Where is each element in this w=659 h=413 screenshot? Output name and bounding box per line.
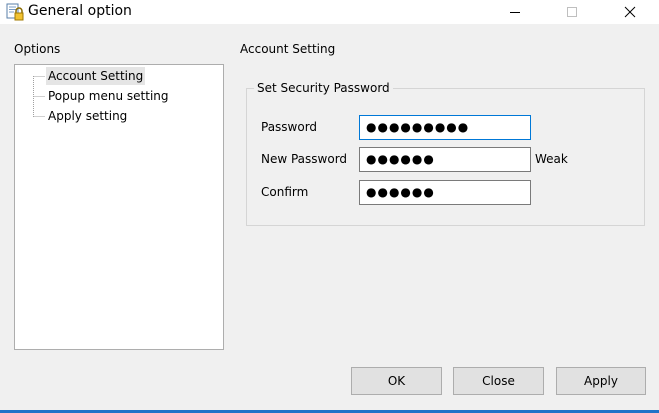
maximize-button[interactable] xyxy=(549,0,595,24)
options-tree[interactable]: Account Setting Popup menu setting Apply… xyxy=(14,64,224,350)
minimize-button[interactable] xyxy=(492,0,538,24)
ok-button[interactable]: OK xyxy=(351,367,442,395)
tree-item-account-setting[interactable]: Account Setting xyxy=(46,67,146,85)
password-lock-icon xyxy=(6,3,24,21)
options-label: Options xyxy=(14,42,61,56)
new-password-field[interactable]: ●●●●●● xyxy=(359,147,531,172)
confirm-password-field[interactable]: ●●●●●● xyxy=(359,180,531,205)
window-title: General option xyxy=(28,3,132,19)
apply-button[interactable]: Apply xyxy=(556,367,646,395)
close-window-button[interactable] xyxy=(607,0,653,24)
maximize-icon xyxy=(567,7,577,17)
close-button[interactable]: Close xyxy=(453,367,544,395)
section-title: Account Setting xyxy=(240,42,336,56)
groupbox-title: Set Security Password xyxy=(254,81,393,96)
confirm-label: Confirm xyxy=(261,185,309,199)
new-password-label: New Password xyxy=(261,152,348,166)
tree-item-apply-setting[interactable]: Apply setting xyxy=(46,107,129,125)
minimize-icon xyxy=(510,12,520,13)
password-label: Password xyxy=(261,120,318,134)
general-option-window: General option Options Account Setting P… xyxy=(0,0,659,413)
password-field[interactable]: ●●●●●●●●● xyxy=(359,115,531,140)
password-strength-indicator: Weak xyxy=(535,152,568,166)
title-bar[interactable]: General option xyxy=(0,0,659,24)
close-icon xyxy=(624,6,636,18)
tree-item-popup-menu-setting[interactable]: Popup menu setting xyxy=(46,87,171,105)
